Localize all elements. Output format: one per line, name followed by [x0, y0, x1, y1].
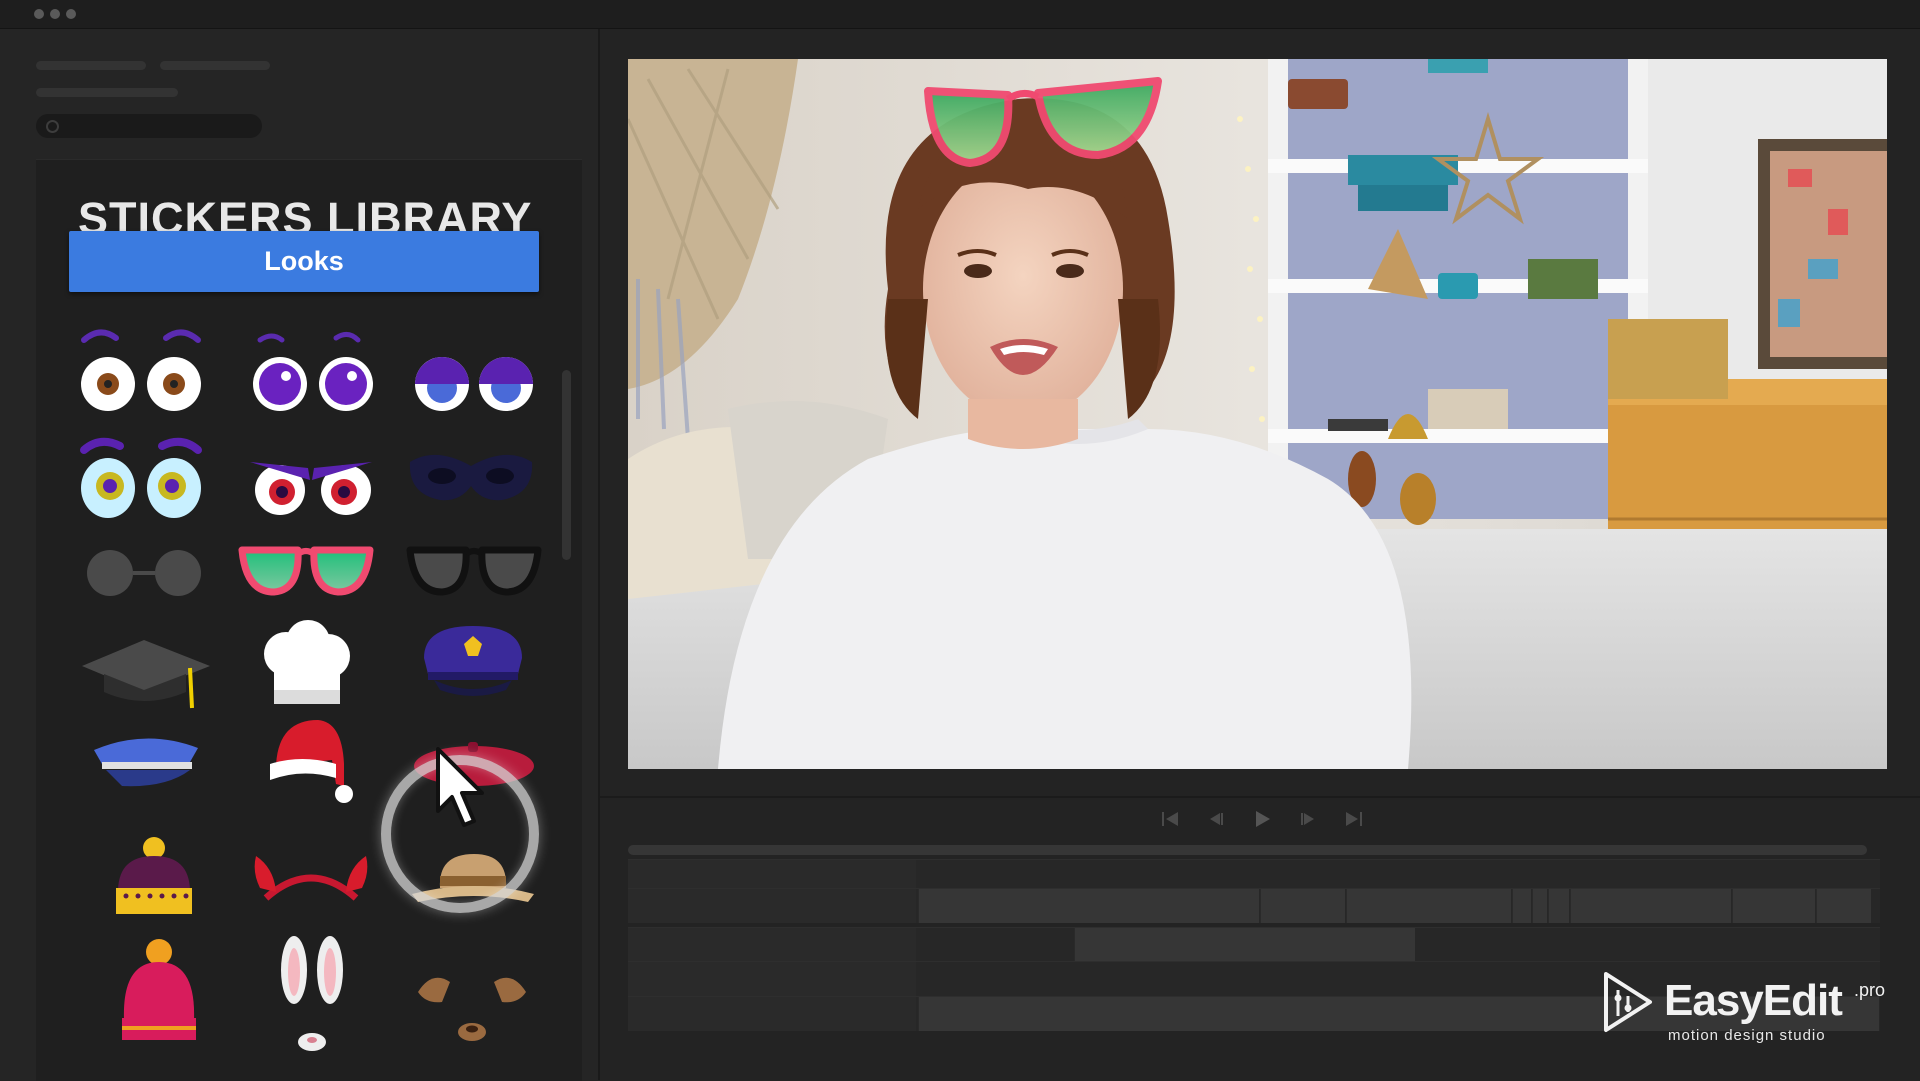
logo-name: EasyEdit: [1664, 976, 1843, 1025]
timeline-clip[interactable]: [1260, 889, 1345, 923]
timeline-track[interactable]: [628, 927, 1880, 962]
timeline-clip[interactable]: [1816, 889, 1871, 923]
video-preview[interactable]: [628, 59, 1887, 769]
stickers-library-panel: STICKERS LIBRARY Looks: [36, 159, 582, 1081]
brown-eyes-icon[interactable]: [76, 326, 206, 416]
angry-eyes-icon[interactable]: [246, 428, 376, 528]
timeline-scrubber[interactable]: [628, 845, 1867, 855]
placeholder-bar: [36, 88, 178, 97]
step-back-button[interactable]: [1206, 809, 1226, 829]
play-button[interactable]: [1252, 809, 1272, 829]
graduation-cap-icon[interactable]: [78, 628, 214, 718]
crying-eyes-icon[interactable]: [76, 428, 206, 528]
logo-suffix: .pro: [1854, 980, 1886, 1000]
timeline-clip[interactable]: [918, 889, 1259, 923]
timeline-clip[interactable]: [1548, 889, 1569, 923]
sleepy-eyes-icon[interactable]: [406, 326, 536, 416]
search-input[interactable]: [36, 114, 262, 138]
sidebar: STICKERS LIBRARY Looks: [0, 29, 600, 1081]
beanie-icon[interactable]: [110, 836, 200, 922]
timeline-clip[interactable]: [1570, 889, 1731, 923]
timeline-clip[interactable]: [1074, 928, 1415, 962]
captain-cap-icon[interactable]: [86, 728, 206, 798]
placeholder-bar: [160, 61, 270, 70]
round-glasses-icon[interactable]: [86, 543, 206, 603]
purple-eyes-icon[interactable]: [246, 326, 376, 416]
transport-controls: [1160, 805, 1364, 833]
timeline-clip[interactable]: [1346, 889, 1511, 923]
looks-category-button[interactable]: Looks: [69, 231, 539, 292]
window-minimize-button[interactable]: [50, 9, 60, 19]
dog-ears-icon[interactable]: [412, 962, 532, 1042]
timeline-clip[interactable]: [1732, 889, 1815, 923]
masquerade-mask-icon[interactable]: [406, 442, 536, 512]
timeline-clip[interactable]: [1512, 889, 1531, 923]
easyedit-logo: EasyEdit .pro motion design studio: [1602, 968, 1902, 1048]
police-hat-icon[interactable]: [410, 618, 536, 708]
pink-sunglasses-icon[interactable]: [236, 540, 376, 600]
pom-pom-hat-icon[interactable]: [116, 938, 202, 1048]
search-icon: [46, 120, 59, 133]
step-forward-button[interactable]: [1298, 809, 1318, 829]
chef-hat-icon[interactable]: [258, 618, 354, 708]
track-header: [628, 928, 916, 962]
track-header: [628, 997, 916, 1031]
library-scrollbar[interactable]: [562, 370, 571, 560]
logo-tagline: motion design studio: [1668, 1027, 1826, 1044]
black-sunglasses-icon[interactable]: [404, 540, 544, 600]
window-close-button[interactable]: [34, 9, 44, 19]
window-titlebar: [0, 0, 1920, 29]
bunny-ears-icon[interactable]: [272, 936, 352, 1054]
santa-hat-icon[interactable]: [262, 710, 362, 810]
timeline-clip[interactable]: [1532, 889, 1547, 923]
skip-to-start-button[interactable]: [1160, 809, 1180, 829]
easyedit-logo-icon: [1604, 972, 1652, 1032]
track-header: [628, 889, 916, 923]
track-header: [628, 962, 916, 996]
timeline-divider: [600, 796, 1920, 798]
window-maximize-button[interactable]: [66, 9, 76, 19]
timeline-track[interactable]: [628, 888, 1880, 923]
placeholder-bar: [36, 61, 146, 70]
red-beret-icon[interactable]: [404, 740, 544, 790]
devil-horns-icon[interactable]: [246, 848, 376, 908]
skip-to-end-button[interactable]: [1344, 809, 1364, 829]
straw-hat-icon[interactable]: [408, 846, 538, 910]
